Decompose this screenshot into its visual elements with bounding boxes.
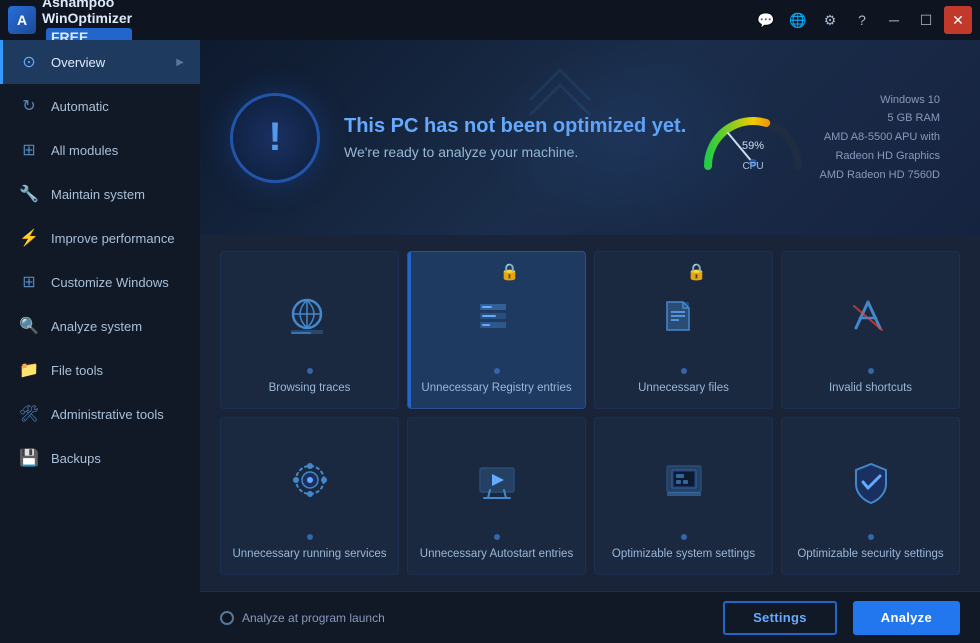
analyze-launch-checkbox[interactable] xyxy=(220,611,234,625)
registry-icon-area: 🔒 xyxy=(472,264,522,368)
analyze-button[interactable]: Analyze xyxy=(853,601,960,635)
file-tools-icon: 📁 xyxy=(19,360,39,380)
gear-icon[interactable]: ⚙ xyxy=(816,6,844,34)
hero-section: ! This PC has not been optimized yet. We… xyxy=(200,40,980,235)
system-info: Windows 10 5 GB RAM AMD A8-5500 APU with… xyxy=(820,91,940,184)
settings-button[interactable]: Settings xyxy=(723,601,837,635)
tile-label-browsing: Browsing traces xyxy=(269,380,351,396)
analyze-launch-label: Analyze at program launch xyxy=(242,611,385,625)
tile-label-services: Unnecessary running services xyxy=(232,546,386,562)
sidebar-label-analyze: Analyze system xyxy=(51,319,184,334)
improve-icon: ⚡ xyxy=(19,228,39,248)
sidebar-item-administrative-tools[interactable]: 🛠 Administrative tools xyxy=(0,392,200,436)
content-area: ! This PC has not been optimized yet. We… xyxy=(200,40,980,643)
overview-icon: ⊙ xyxy=(19,52,39,72)
sidebar-label-improve: Improve performance xyxy=(51,231,184,246)
sidebar-item-backups[interactable]: 💾 Backups xyxy=(0,436,200,480)
tile-dot xyxy=(681,534,687,540)
tiles-grid: Browsing traces 🔒 xyxy=(220,251,960,575)
analyze-icon: 🔍 xyxy=(19,316,39,336)
tile-registry-entries[interactable]: 🔒 Unnecessary Registry entries xyxy=(407,251,586,409)
tile-label-files: Unnecessary files xyxy=(638,380,729,396)
system-settings-icon-area xyxy=(659,430,709,534)
tile-label-registry: Unnecessary Registry entries xyxy=(421,380,571,396)
sidebar-label-overview: Overview xyxy=(51,55,164,70)
tile-label-shortcuts: Invalid shortcuts xyxy=(829,380,912,396)
tile-autostart-entries[interactable]: Unnecessary Autostart entries xyxy=(407,417,586,575)
sidebar-label-customize: Customize Windows xyxy=(51,275,184,290)
sidebar-item-overview[interactable]: ⊙ Overview ▶ xyxy=(0,40,200,84)
tile-security-settings[interactable]: Optimizable security settings xyxy=(781,417,960,575)
cpu-gauge: CPU 59% xyxy=(698,91,808,171)
logo-icon: A xyxy=(8,6,36,34)
analyze-launch-row: Analyze at program launch xyxy=(220,611,385,625)
tile-label-autostart: Unnecessary Autostart entries xyxy=(420,546,573,562)
tile-label-security: Optimizable security settings xyxy=(797,546,943,562)
titlebar: A Ashampoo WinOptimizer FREE 💬 🌐 ⚙ ? ─ ☐… xyxy=(0,0,980,40)
tile-browsing-traces[interactable]: Browsing traces xyxy=(220,251,399,409)
files-icon-area: 🔒 xyxy=(659,264,709,368)
sidebar-label-all-modules: All modules xyxy=(51,143,184,158)
close-button[interactable]: ✕ xyxy=(944,6,972,34)
tiles-section: Browsing traces 🔒 xyxy=(200,235,980,591)
sidebar-label-file-tools: File tools xyxy=(51,363,184,378)
tile-invalid-shortcuts[interactable]: Invalid shortcuts xyxy=(781,251,960,409)
tile-dot xyxy=(681,368,687,374)
automatic-icon: ↻ xyxy=(19,96,39,116)
sidebar-item-analyze-system[interactable]: 🔍 Analyze system xyxy=(0,304,200,348)
sidebar: ⊙ Overview ▶ ↻ Automatic ⊞ All modules 🔧… xyxy=(0,40,200,643)
main-layout: ⊙ Overview ▶ ↻ Automatic ⊞ All modules 🔧… xyxy=(0,40,980,643)
tile-label-system-settings: Optimizable system settings xyxy=(612,546,755,562)
tile-dot xyxy=(494,368,500,374)
svg-text:CPU: CPU xyxy=(742,161,763,171)
svg-text:59%: 59% xyxy=(742,140,764,152)
sidebar-label-automatic: Automatic xyxy=(51,99,184,114)
sidebar-label-backups: Backups xyxy=(51,451,184,466)
maintain-icon: 🔧 xyxy=(19,184,39,204)
tile-dot xyxy=(868,534,874,540)
backups-icon: 💾 xyxy=(19,448,39,468)
services-icon-area xyxy=(285,430,335,534)
shortcuts-icon-area xyxy=(846,264,896,368)
tile-dot xyxy=(868,368,874,374)
arrow-icon: ▶ xyxy=(176,57,184,68)
maximize-button[interactable]: ☐ xyxy=(912,6,940,34)
admin-icon: 🛠 xyxy=(19,404,39,424)
autostart-icon-area xyxy=(472,430,522,534)
sidebar-item-customize-windows[interactable]: ⊞ Customize Windows xyxy=(0,260,200,304)
sidebar-label-admin: Administrative tools xyxy=(51,407,184,422)
customize-icon: ⊞ xyxy=(19,272,39,292)
tile-system-settings[interactable]: Optimizable system settings xyxy=(594,417,773,575)
sidebar-label-maintain: Maintain system xyxy=(51,187,184,202)
tile-dot xyxy=(307,534,313,540)
bottom-bar: Analyze at program launch Settings Analy… xyxy=(200,591,980,643)
chat-icon[interactable]: 💬 xyxy=(752,6,780,34)
titlebar-controls: 💬 🌐 ⚙ ? ─ ☐ ✕ xyxy=(752,6,972,34)
tile-unnecessary-files[interactable]: 🔒 Unnecessary files xyxy=(594,251,773,409)
sidebar-item-maintain-system[interactable]: 🔧 Maintain system xyxy=(0,172,200,216)
hero-icon-circle: ! xyxy=(230,93,320,183)
tile-running-services[interactable]: Unnecessary running services xyxy=(220,417,399,575)
all-modules-icon: ⊞ xyxy=(19,140,39,160)
sidebar-item-all-modules[interactable]: ⊞ All modules xyxy=(0,128,200,172)
hero-right: CPU 59% Windows 10 5 GB RAM AMD A8-5500 … xyxy=(698,91,950,184)
accent-bar xyxy=(408,252,411,408)
help-icon[interactable]: ? xyxy=(848,6,876,34)
exclamation-icon: ! xyxy=(268,115,281,160)
browser-icon[interactable]: 🌐 xyxy=(784,6,812,34)
security-icon-area xyxy=(846,430,896,534)
tile-dot xyxy=(494,534,500,540)
minimize-button[interactable]: ─ xyxy=(880,6,908,34)
sidebar-item-file-tools[interactable]: 📁 File tools xyxy=(0,348,200,392)
sidebar-item-improve-performance[interactable]: ⚡ Improve performance xyxy=(0,216,200,260)
sidebar-item-automatic[interactable]: ↻ Automatic xyxy=(0,84,200,128)
browsing-traces-icon-area xyxy=(285,264,335,368)
tile-dot xyxy=(307,368,313,374)
arrows-decor xyxy=(520,60,600,148)
